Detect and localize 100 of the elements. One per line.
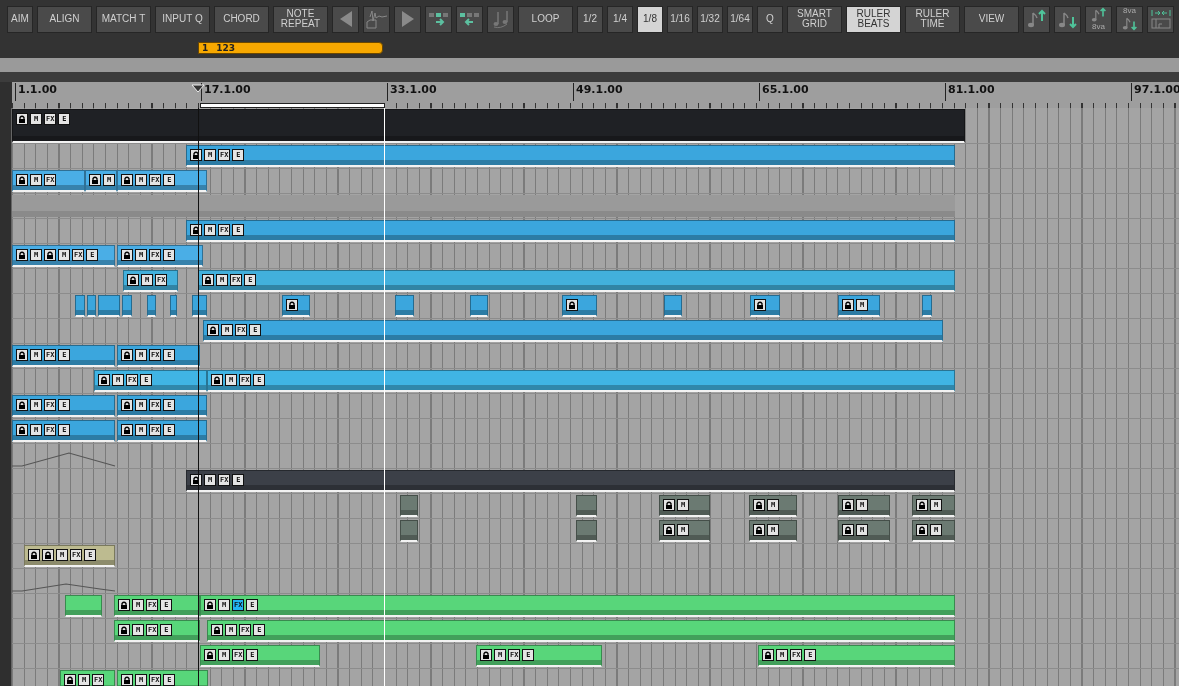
toolbar-button[interactable]: 1/4 [607, 5, 633, 33]
lock-button[interactable] [663, 524, 675, 536]
audio-clip[interactable] [122, 295, 132, 317]
toolbar-button[interactable]: VIEW [964, 5, 1019, 33]
audio-clip[interactable] [400, 520, 418, 542]
loop-region-marker[interactable]: 1 123 [198, 42, 383, 54]
lock-button[interactable] [207, 324, 219, 336]
lock-icon [665, 526, 673, 534]
lock-button[interactable] [204, 649, 216, 661]
toolbar-icon-button[interactable] [456, 5, 483, 33]
lock-button[interactable] [753, 499, 765, 511]
audio-clip[interactable] [576, 520, 597, 542]
lock-button[interactable] [121, 424, 133, 436]
lock-button[interactable] [211, 374, 223, 386]
toolbar-button[interactable]: RULER TIME [905, 5, 960, 33]
lock-icon [100, 376, 108, 384]
toolbar-icon-button[interactable] [487, 5, 514, 33]
lock-button[interactable] [663, 499, 675, 511]
lock-button[interactable] [16, 174, 28, 186]
toolbar-button[interactable]: LOOP [518, 5, 573, 33]
toolbar-button[interactable]: Q [757, 5, 783, 33]
toolbar-icon-button[interactable]: 8va [1116, 5, 1143, 33]
toolbar-button[interactable]: MATCH T [96, 5, 151, 33]
audio-clip[interactable] [147, 295, 156, 317]
toolbar-button[interactable]: 1/16 [667, 5, 693, 33]
audio-clip[interactable] [395, 295, 414, 317]
lock-icon [213, 626, 221, 634]
lock-button[interactable] [28, 549, 40, 561]
toolbar-button[interactable]: 1/8 [637, 5, 663, 33]
toolbar-button[interactable]: RULER BEATS [846, 5, 901, 33]
lock-button[interactable] [916, 524, 928, 536]
toolbar-button[interactable]: ALIGN [37, 5, 92, 33]
lock-icon [482, 651, 490, 659]
lock-button[interactable] [480, 649, 492, 661]
lock-button[interactable] [121, 674, 133, 686]
lock-button[interactable] [16, 424, 28, 436]
audio-clip[interactable] [282, 295, 310, 317]
lock-button[interactable] [842, 524, 854, 536]
audio-clip[interactable] [170, 295, 177, 317]
audio-clip[interactable] [562, 295, 597, 317]
toolbar-icon-button[interactable] [1147, 5, 1174, 33]
lock-button[interactable] [89, 174, 101, 186]
toolbar-button[interactable]: NOTE REPEAT [273, 5, 328, 33]
lock-button[interactable] [211, 624, 223, 636]
toolbar-button[interactable]: 1/2 [577, 5, 603, 33]
lock-button[interactable] [127, 274, 139, 286]
lock-button[interactable] [753, 524, 765, 536]
lock-button[interactable] [42, 549, 54, 561]
lock-button[interactable] [44, 249, 56, 261]
lock-button[interactable] [286, 299, 298, 311]
toolbar-icon-button[interactable] [332, 5, 359, 33]
playhead-marker-icon[interactable] [191, 84, 205, 93]
toolbar-button[interactable]: 1/64 [727, 5, 753, 33]
lock-button[interactable] [754, 299, 766, 311]
lock-icon [209, 326, 217, 334]
audio-clip[interactable] [98, 295, 120, 317]
toolbar-button[interactable]: CHORD [214, 5, 269, 33]
audio-clip[interactable] [576, 495, 597, 517]
lock-button[interactable] [842, 499, 854, 511]
lock-icon [288, 301, 296, 309]
lock-button[interactable] [121, 399, 133, 411]
lock-icon [123, 176, 131, 184]
shift-right-icon [427, 11, 450, 27]
lock-icon [844, 301, 852, 309]
audio-clip[interactable] [470, 295, 488, 317]
audio-clip[interactable] [664, 295, 682, 317]
lock-button[interactable] [916, 499, 928, 511]
toolbar-icon-button[interactable] [394, 5, 421, 33]
lock-button[interactable] [118, 624, 130, 636]
lock-button[interactable] [16, 349, 28, 361]
lock-button[interactable] [842, 299, 854, 311]
toolbar-icon-button[interactable] [1023, 5, 1050, 33]
audio-clip[interactable] [65, 595, 102, 617]
toolbar-button[interactable]: SMART GRID [787, 5, 842, 33]
waveform-clip[interactable] [12, 195, 955, 217]
lock-button[interactable] [16, 113, 28, 125]
toolbar-icon-button[interactable] [1054, 5, 1081, 33]
lock-button[interactable] [121, 349, 133, 361]
lock-button[interactable] [202, 274, 214, 286]
audio-clip[interactable] [922, 295, 932, 317]
audio-clip[interactable] [400, 495, 418, 517]
toolbar-button[interactable]: AIM [7, 5, 33, 33]
toolbar-icon-button[interactable] [425, 5, 452, 33]
audio-clip[interactable] [750, 295, 780, 317]
lock-button[interactable] [16, 399, 28, 411]
toolbar-icon-button[interactable]: 8va [1085, 5, 1112, 33]
lock-button[interactable] [762, 649, 774, 661]
lock-button[interactable] [204, 599, 216, 611]
lock-button[interactable] [64, 674, 76, 686]
toolbar-icon-button[interactable] [363, 5, 390, 33]
lock-button[interactable] [121, 174, 133, 186]
lock-button[interactable] [16, 249, 28, 261]
toolbar-button[interactable]: INPUT Q [155, 5, 210, 33]
lock-button[interactable] [118, 599, 130, 611]
audio-clip[interactable] [75, 295, 85, 317]
lock-button[interactable] [98, 374, 110, 386]
lock-button[interactable] [121, 249, 133, 261]
lock-button[interactable] [566, 299, 578, 311]
audio-clip[interactable] [87, 295, 96, 317]
toolbar-button[interactable]: 1/32 [697, 5, 723, 33]
